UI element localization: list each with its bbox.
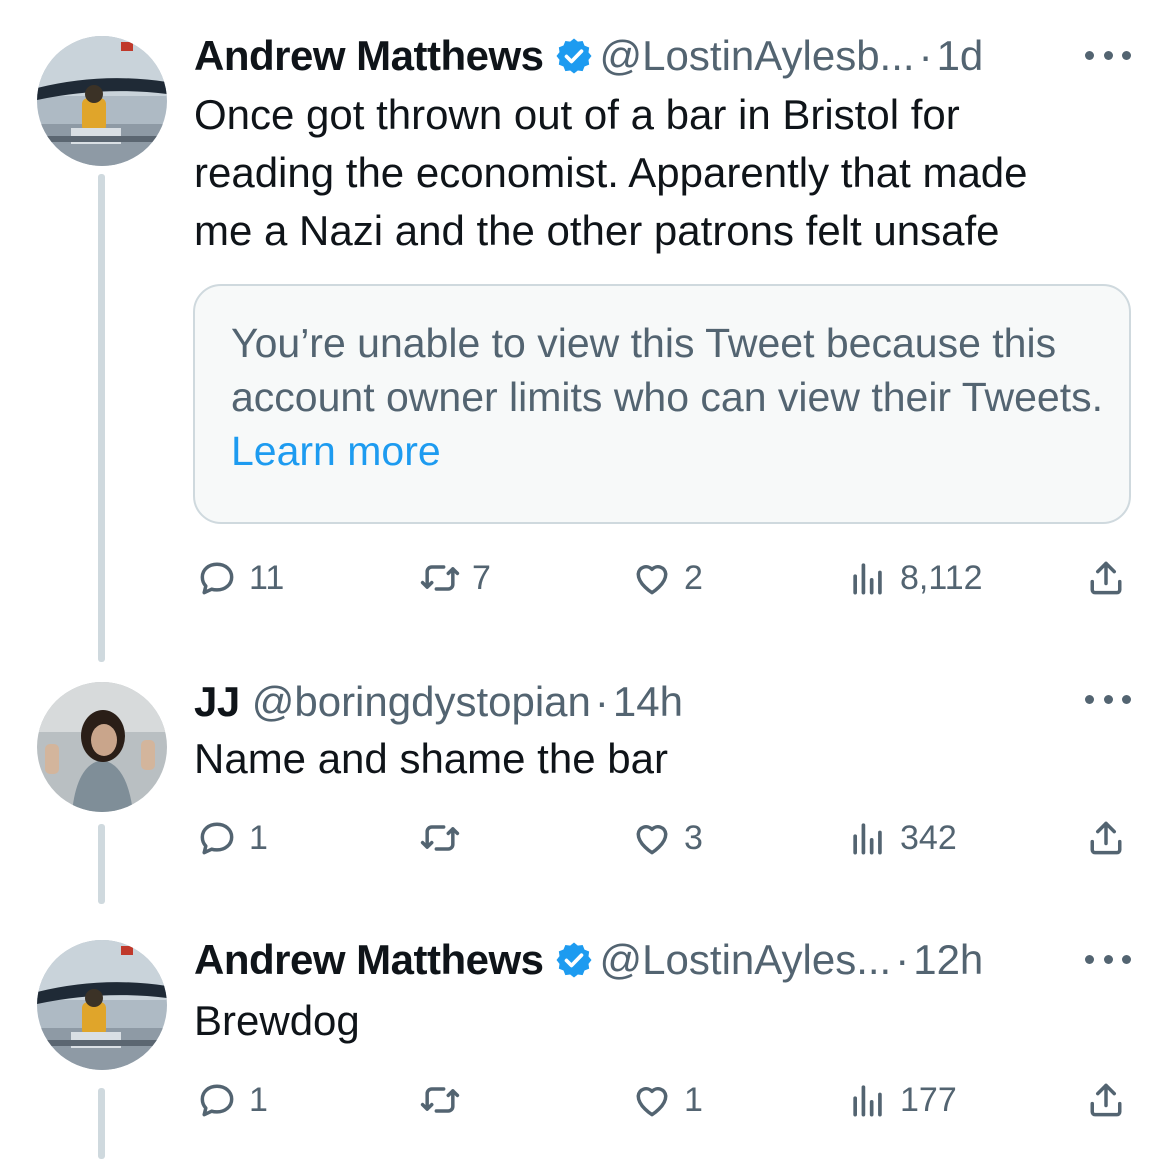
tweet-text-line: Once got thrown out of a bar in Bristol … xyxy=(194,91,960,138)
share-icon xyxy=(1090,1083,1122,1117)
views-button[interactable]: 342 xyxy=(846,813,957,863)
tweet-text-line: Brewdog xyxy=(194,997,360,1044)
timestamp[interactable]: 1d xyxy=(937,32,984,80)
quoted-tweet-message: You’re unable to view this Tweet because… xyxy=(231,316,1111,478)
reply-count: 1 xyxy=(249,1080,268,1119)
like-count: 2 xyxy=(684,558,703,597)
views-button[interactable]: 8,112 xyxy=(846,553,983,603)
views-icon xyxy=(853,823,882,855)
user-handle[interactable]: @LostinAylesb... xyxy=(600,32,915,80)
display-name[interactable]: Andrew Matthews xyxy=(194,936,544,984)
reply-button[interactable]: 1 xyxy=(195,1075,268,1125)
avatar-photo xyxy=(37,682,167,812)
tweet-header: Andrew Matthews @LostinAylesb... · 1d xyxy=(194,26,983,86)
tweet-actions: 1 3 342 xyxy=(0,813,1170,863)
reply-button[interactable]: 1 xyxy=(195,813,268,863)
timestamp[interactable]: 12h xyxy=(913,936,983,984)
share-button[interactable] xyxy=(1084,553,1128,603)
heart-icon xyxy=(636,1087,668,1117)
tweet-actions: 11 7 2 8,112 xyxy=(0,553,1170,603)
quoted-tweet-unavailable[interactable]: You’re unable to view this Tweet because… xyxy=(193,284,1131,524)
avatar[interactable] xyxy=(37,940,167,1070)
views-button[interactable]: 177 xyxy=(846,1075,957,1125)
like-button[interactable]: 2 xyxy=(630,553,703,603)
learn-more-link[interactable]: Learn more xyxy=(231,428,441,474)
retweet-button[interactable]: 7 xyxy=(418,553,491,603)
views-icon xyxy=(853,1085,882,1117)
share-button[interactable] xyxy=(1084,813,1128,863)
timestamp[interactable]: 14h xyxy=(613,678,683,726)
share-button[interactable] xyxy=(1084,1075,1128,1125)
avatar[interactable] xyxy=(37,682,167,812)
like-count: 3 xyxy=(684,818,703,857)
separator-dot: · xyxy=(895,936,910,983)
retweet-count: 7 xyxy=(472,558,491,597)
user-handle[interactable]: @boringdystopian xyxy=(252,678,591,726)
more-icon[interactable] xyxy=(1085,40,1131,70)
tweet-actions: 1 1 177 xyxy=(0,1075,1170,1125)
reply-count: 1 xyxy=(249,818,268,857)
retweet-icon xyxy=(420,565,460,591)
avatar-photo xyxy=(37,36,167,166)
retweet-button[interactable] xyxy=(418,1075,472,1125)
more-icon[interactable] xyxy=(1085,944,1131,974)
reply-button[interactable]: 11 xyxy=(195,553,284,603)
tweet-text-line: me a Nazi and the other patrons felt uns… xyxy=(194,207,1000,254)
display-name[interactable]: JJ xyxy=(194,678,240,726)
tweet-text-line: reading the economist. Apparently that m… xyxy=(194,149,1028,196)
like-count: 1 xyxy=(684,1080,703,1119)
heart-icon xyxy=(636,565,668,595)
verified-badge-icon xyxy=(556,38,592,74)
separator-dot: · xyxy=(918,32,933,79)
reply-icon xyxy=(200,1084,234,1117)
tweet-text-line: Name and shame the bar xyxy=(194,735,668,782)
heart-icon xyxy=(636,825,668,855)
reply-count: 11 xyxy=(249,558,285,597)
tweet-header: JJ @boringdystopian · 14h xyxy=(194,672,683,732)
retweet-button[interactable] xyxy=(418,813,472,863)
retweet-icon xyxy=(420,1087,460,1113)
reply-icon xyxy=(200,822,234,855)
tweet-text: Brewdog xyxy=(194,992,1124,1050)
tweet-text: Name and shame the bar xyxy=(194,730,1124,788)
like-button[interactable]: 1 xyxy=(630,1075,703,1125)
view-count: 8,112 xyxy=(900,558,983,597)
display-name[interactable]: Andrew Matthews xyxy=(194,32,544,80)
view-count: 177 xyxy=(900,1080,957,1119)
views-icon xyxy=(853,563,882,595)
reply-icon xyxy=(200,562,234,595)
separator-dot: · xyxy=(594,678,609,725)
more-icon[interactable] xyxy=(1085,684,1131,714)
share-icon xyxy=(1090,561,1122,595)
share-icon xyxy=(1090,821,1122,855)
retweet-icon xyxy=(420,825,460,851)
avatar-photo xyxy=(37,940,167,1070)
tweet-text: Once got thrown out of a bar in Bristol … xyxy=(194,86,1124,260)
tweet[interactable]: JJ @boringdystopian · 14h Name and shame… xyxy=(0,672,1170,922)
tweet-header: Andrew Matthews @LostinAyles... · 12h xyxy=(194,930,983,990)
unavailable-notice: You’re unable to view this Tweet because… xyxy=(231,320,1104,420)
view-count: 342 xyxy=(900,818,957,857)
verified-badge-icon xyxy=(556,942,592,978)
like-button[interactable]: 3 xyxy=(630,813,703,863)
avatar[interactable] xyxy=(37,36,167,166)
user-handle[interactable]: @LostinAyles... xyxy=(600,936,892,984)
